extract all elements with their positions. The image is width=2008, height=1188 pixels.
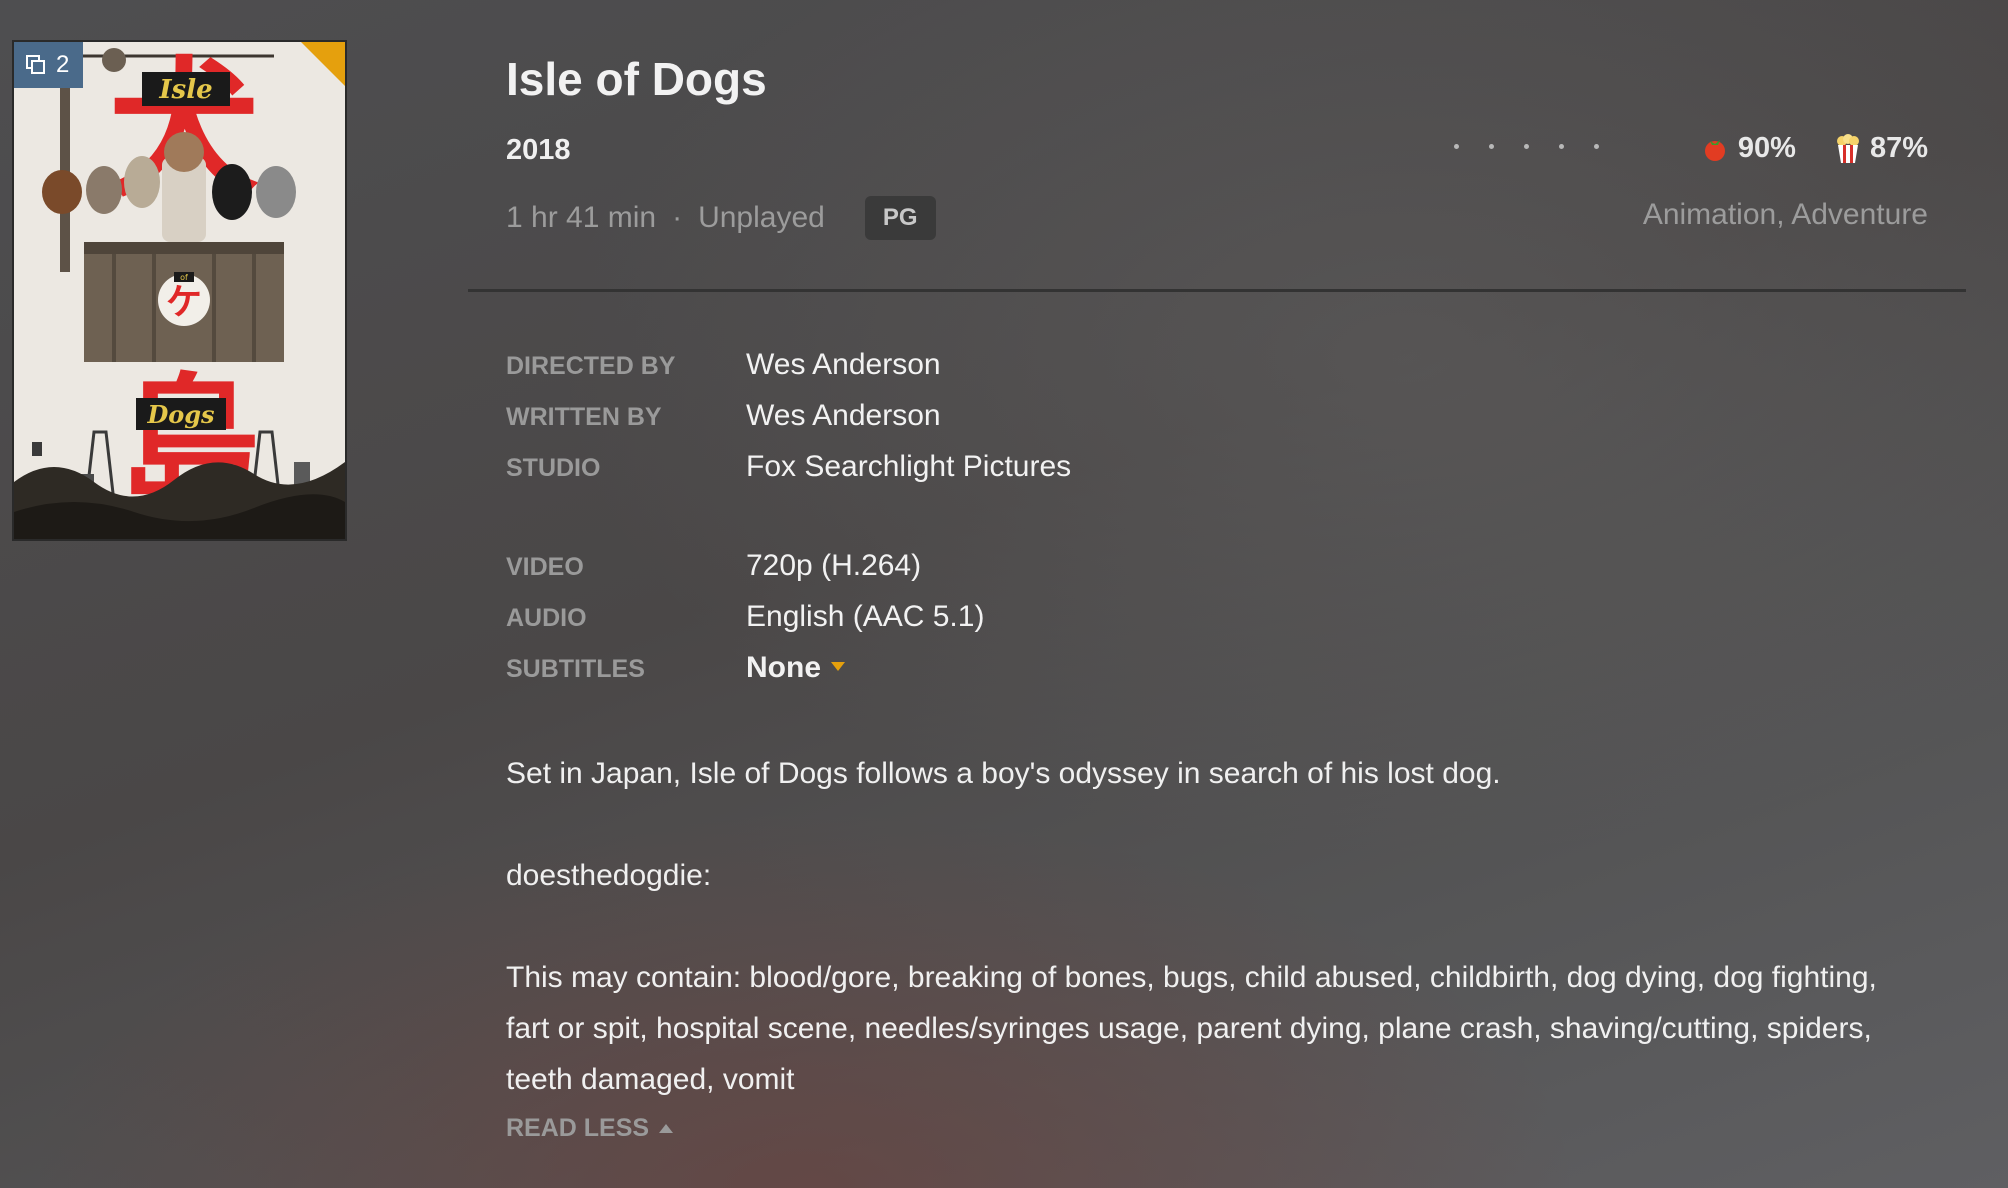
studio-label: STUDIO	[506, 454, 601, 482]
summary-paragraph: Set in Japan, Isle of Dogs follows a boy…	[506, 757, 1501, 790]
rating-star-1[interactable]	[1454, 144, 1459, 149]
video-row: VIDEO 720p (H.264)	[506, 549, 921, 583]
video-value: 720p (H.264)	[746, 549, 922, 582]
directed-by-row: DIRECTED BY Wes Anderson	[506, 348, 941, 382]
section-divider	[468, 289, 1966, 292]
critic-score: 90%	[1702, 132, 1796, 165]
audio-value: English (AAC 5.1)	[746, 600, 985, 633]
svg-text:of: of	[180, 273, 188, 282]
unwatched-corner-flag	[301, 42, 345, 86]
studio-row: STUDIO Fox Searchlight Pictures	[506, 450, 1071, 484]
read-less-button[interactable]: READ LESS	[506, 1114, 674, 1143]
movie-poster[interactable]: 犬 Isle ケ of 島 Dogs 2	[12, 40, 347, 541]
meta-separator: ·	[672, 201, 683, 234]
rating-star-5[interactable]	[1594, 144, 1599, 149]
svg-text:Dogs: Dogs	[146, 400, 215, 429]
summary: Set in Japan, Isle of Dogs follows a boy…	[506, 748, 1886, 1105]
audience-score: 87%	[1836, 132, 1928, 165]
genres: Animation, Adventure	[1642, 198, 1928, 231]
writer-link[interactable]: Wes Anderson	[746, 399, 941, 433]
audio-row: AUDIO English (AAC 5.1)	[506, 600, 984, 634]
read-less-label: READ LESS	[506, 1114, 650, 1142]
versions-badge[interactable]: 2	[14, 42, 84, 88]
written-by-row: WRITTEN BY Wes Anderson	[506, 399, 941, 433]
user-rating-stars[interactable]	[1454, 144, 1599, 149]
content-rating-badge: PG	[864, 196, 936, 240]
review-scores: 90% 87%	[1702, 132, 1928, 165]
chevron-up-icon	[659, 1124, 674, 1133]
rating-star-3[interactable]	[1524, 144, 1529, 149]
subtitles-dropdown[interactable]: None	[746, 651, 845, 685]
written-by-label: WRITTEN BY	[506, 403, 662, 431]
tomato-icon	[1704, 139, 1725, 161]
svg-text:Isle: Isle	[158, 75, 212, 105]
chevron-down-icon	[831, 661, 845, 671]
studio-link[interactable]: Fox Searchlight Pictures	[746, 450, 1071, 484]
versions-icon	[26, 55, 45, 74]
watch-status: Unplayed	[698, 201, 825, 234]
poster-artwork: 犬 Isle ケ of 島 Dogs	[14, 42, 345, 539]
subtitles-row: SUBTITLES None	[506, 651, 845, 685]
movie-title: Isle of Dogs	[506, 53, 767, 105]
subtitles-value: None	[746, 651, 821, 684]
popcorn-icon	[1836, 133, 1859, 163]
summary-paragraph: This may contain: blood/gore, breaking o…	[506, 961, 1877, 1096]
meta-line: 1 hr 41 min · Unplayed PG	[506, 196, 936, 240]
svg-text:ケ: ケ	[166, 282, 202, 323]
video-label: VIDEO	[506, 553, 584, 581]
duration: 1 hr 41 min	[506, 201, 657, 234]
versions-count: 2	[56, 51, 70, 78]
directed-by-label: DIRECTED BY	[506, 352, 676, 380]
director-link[interactable]: Wes Anderson	[746, 348, 941, 382]
audio-label: AUDIO	[506, 604, 587, 632]
audience-score-value: 87%	[1869, 132, 1928, 164]
rating-star-4[interactable]	[1559, 144, 1564, 149]
movie-year: 2018	[506, 134, 571, 166]
summary-paragraph: doesthedogdie:	[506, 859, 712, 892]
critic-score-value: 90%	[1737, 132, 1796, 164]
subtitles-label: SUBTITLES	[506, 655, 645, 683]
rating-star-2[interactable]	[1489, 144, 1494, 149]
